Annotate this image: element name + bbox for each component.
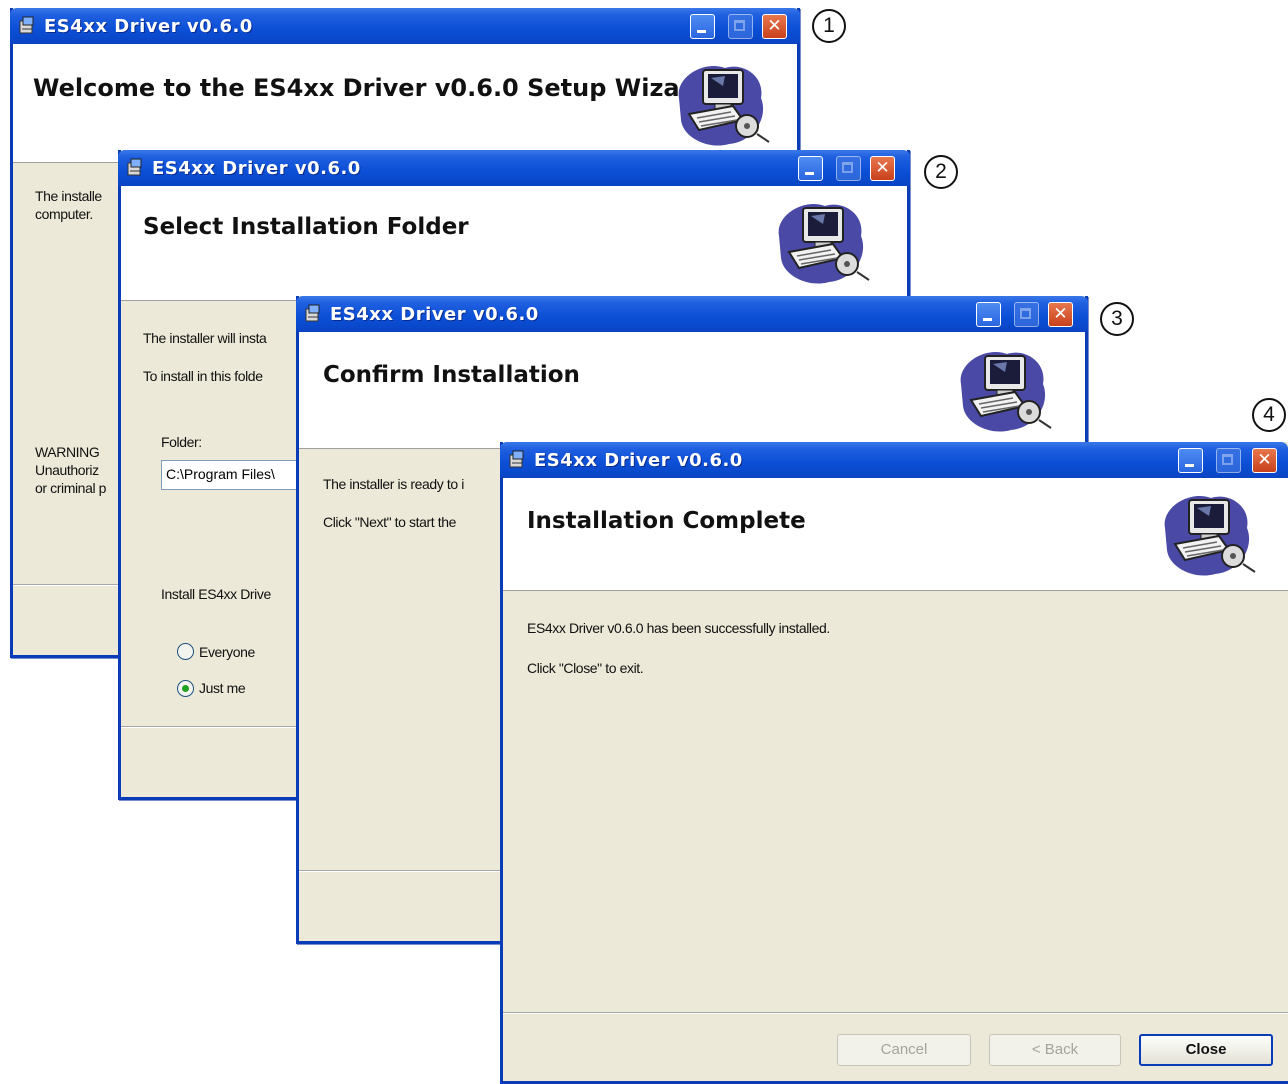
installer-app-icon <box>126 157 144 177</box>
install-for-label: Install ES4xx Drive <box>161 586 271 602</box>
close-icon: ✕ <box>767 16 782 36</box>
header-banner: Installation Complete <box>503 478 1288 591</box>
installer-app-icon <box>18 15 36 35</box>
instruction-text-line-1: The installer will insta <box>143 330 267 346</box>
computer-setup-icon <box>955 344 1053 436</box>
radio-just-me[interactable] <box>177 680 194 697</box>
minimize-button[interactable] <box>976 302 1001 327</box>
warning-text-line-1: Unauthoriz <box>35 462 99 478</box>
title-bar[interactable]: ES4xx Driver v0.6.0 ✕ <box>296 296 1088 332</box>
success-message: ES4xx Driver v0.6.0 has been successfull… <box>527 620 830 636</box>
title-bar[interactable]: ES4xx Driver v0.6.0 ✕ <box>118 150 910 186</box>
close-icon: ✕ <box>1257 450 1272 470</box>
footer-divider <box>503 1012 1288 1014</box>
page-title: Installation Complete <box>527 508 806 534</box>
step-number-badge: 2 <box>924 155 958 189</box>
title-bar[interactable]: ES4xx Driver v0.6.0 ✕ <box>10 8 800 44</box>
header-banner: Select Installation Folder <box>121 186 907 301</box>
confirm-text-line-2: Click "Next" to start the <box>323 514 456 530</box>
maximize-button <box>836 156 861 181</box>
minimize-button[interactable] <box>1178 448 1203 473</box>
maximize-button <box>728 14 753 39</box>
page-title: Confirm Installation <box>323 362 580 388</box>
minimize-button[interactable] <box>798 156 823 181</box>
radio-everyone[interactable] <box>177 643 194 660</box>
computer-setup-icon <box>773 196 871 288</box>
header-banner: Welcome to the ES4xx Driver v0.6.0 Setup… <box>13 44 797 163</box>
instruction-text-line-2: To install in this folde <box>143 368 263 384</box>
back-button: < Back <box>989 1034 1121 1066</box>
installer-app-icon <box>304 303 322 323</box>
warning-heading: WARNING <box>35 444 100 460</box>
window-title: ES4xx Driver v0.6.0 <box>152 158 361 179</box>
window-title: ES4xx Driver v0.6.0 <box>330 304 539 325</box>
page-title: Welcome to the ES4xx Driver v0.6.0 Setup… <box>33 74 709 102</box>
close-icon: ✕ <box>1053 304 1068 324</box>
exit-instruction: Click "Close" to exit. <box>527 660 644 676</box>
header-banner: Confirm Installation <box>299 332 1085 449</box>
close-window-button[interactable]: ✕ <box>762 14 787 39</box>
intro-text-line-2: computer. <box>35 206 93 222</box>
page-title: Select Installation Folder <box>143 214 469 240</box>
close-window-button[interactable]: ✕ <box>870 156 895 181</box>
confirm-text-line-1: The installer is ready to i <box>323 476 464 492</box>
step-number-badge: 1 <box>812 9 846 43</box>
step-number-badge: 4 <box>1252 398 1286 432</box>
close-icon: ✕ <box>875 158 890 178</box>
folder-label: Folder: <box>161 434 202 450</box>
radio-everyone-label[interactable]: Everyone <box>199 644 255 660</box>
intro-text-line-1: The installe <box>35 188 102 204</box>
computer-setup-icon <box>1159 488 1257 580</box>
close-button[interactable]: Close <box>1139 1034 1273 1066</box>
window-title: ES4xx Driver v0.6.0 <box>534 450 743 471</box>
title-bar[interactable]: ES4xx Driver v0.6.0 ✕ <box>500 442 1288 478</box>
close-window-button[interactable]: ✕ <box>1252 448 1277 473</box>
cancel-button: Cancel <box>837 1034 971 1066</box>
computer-setup-icon <box>673 58 771 150</box>
warning-text-line-2: or criminal p <box>35 480 107 496</box>
maximize-button <box>1216 448 1241 473</box>
installer-app-icon <box>508 449 526 469</box>
radio-just-me-label[interactable]: Just me <box>199 680 246 696</box>
setup-window-complete: ES4xx Driver v0.6.0 ✕ Installation Compl… <box>500 442 1288 1084</box>
minimize-button[interactable] <box>690 14 715 39</box>
maximize-button <box>1014 302 1039 327</box>
close-window-button[interactable]: ✕ <box>1048 302 1073 327</box>
window-title: ES4xx Driver v0.6.0 <box>44 16 253 37</box>
step-number-badge: 3 <box>1100 302 1134 336</box>
